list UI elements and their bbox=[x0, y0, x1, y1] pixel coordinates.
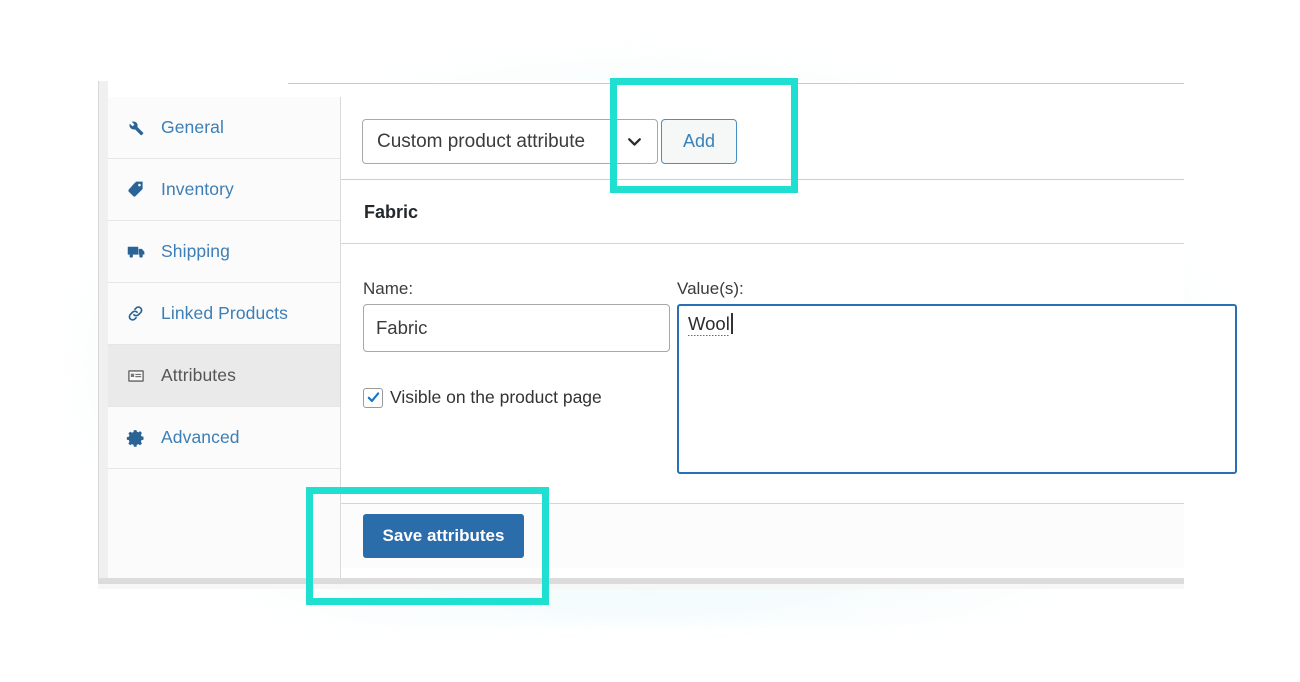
attribute-card: Fabric Name: Value(s): Wool Visible on t… bbox=[341, 181, 1237, 570]
attribute-values-textarea[interactable]: Wool bbox=[677, 304, 1237, 474]
sidebar-item-advanced[interactable]: Advanced bbox=[108, 407, 340, 469]
name-field-label: Name: bbox=[363, 279, 414, 298]
screenshot-stage: General Inventory Shipping Linked Produc… bbox=[0, 0, 1300, 682]
link-icon bbox=[126, 304, 152, 323]
add-attribute-label: Add bbox=[682, 131, 716, 151]
checkmark-icon bbox=[367, 392, 379, 402]
text-cursor bbox=[730, 313, 733, 334]
sidebar-item-inventory[interactable]: Inventory bbox=[108, 159, 340, 221]
chevron-down-icon bbox=[624, 131, 645, 152]
sidebar-item-label: Advanced bbox=[161, 426, 240, 447]
panel-bottom-edge-shadow bbox=[98, 584, 1184, 589]
attribute-name-input[interactable] bbox=[363, 304, 670, 352]
attribute-type-selected-value: Custom product attribute bbox=[377, 130, 586, 152]
save-attributes-button[interactable]: Save attributes bbox=[363, 514, 524, 558]
panel-left-shade bbox=[99, 81, 108, 586]
sidebar-item-label: Shipping bbox=[161, 240, 230, 261]
truck-icon bbox=[126, 241, 152, 262]
gear-icon bbox=[126, 428, 152, 448]
visible-on-product-page-checkbox-row[interactable]: Visible on the product page bbox=[363, 387, 602, 408]
tag-icon bbox=[126, 180, 152, 199]
visible-checkbox[interactable] bbox=[363, 387, 383, 408]
attribute-card-footer: Save attributes bbox=[341, 504, 1184, 568]
attributes-panel-content: Custom product attribute Add Fabric Name… bbox=[341, 84, 1237, 586]
visible-checkbox-label: Visible on the product page bbox=[390, 387, 602, 407]
sidebar-item-label: Inventory bbox=[161, 178, 234, 199]
sidebar-item-linked-products[interactable]: Linked Products bbox=[108, 283, 340, 345]
attributes-icon bbox=[126, 366, 152, 386]
attribute-toolbar: Custom product attribute Add bbox=[341, 97, 1184, 180]
attribute-card-body: Name: Value(s): Wool Visible on the prod… bbox=[341, 244, 1237, 504]
sidebar-item-label: Linked Products bbox=[161, 302, 288, 323]
attribute-values-text: Wool bbox=[688, 313, 730, 337]
product-data-tabs-sidebar: General Inventory Shipping Linked Produc… bbox=[108, 97, 341, 586]
attribute-type-select[interactable]: Custom product attribute bbox=[362, 119, 658, 164]
values-field-label: Value(s): bbox=[677, 279, 744, 298]
wrench-icon bbox=[126, 118, 152, 137]
add-attribute-button[interactable]: Add bbox=[661, 119, 737, 164]
sidebar-item-attributes[interactable]: Attributes bbox=[108, 345, 340, 407]
attribute-card-title: Fabric bbox=[341, 181, 1184, 244]
sidebar-item-label: Attributes bbox=[161, 364, 236, 385]
sidebar-item-shipping[interactable]: Shipping bbox=[108, 221, 340, 283]
sidebar-filler bbox=[108, 469, 340, 547]
sidebar-item-general[interactable]: General bbox=[108, 97, 340, 159]
sidebar-item-label: General bbox=[161, 116, 224, 137]
